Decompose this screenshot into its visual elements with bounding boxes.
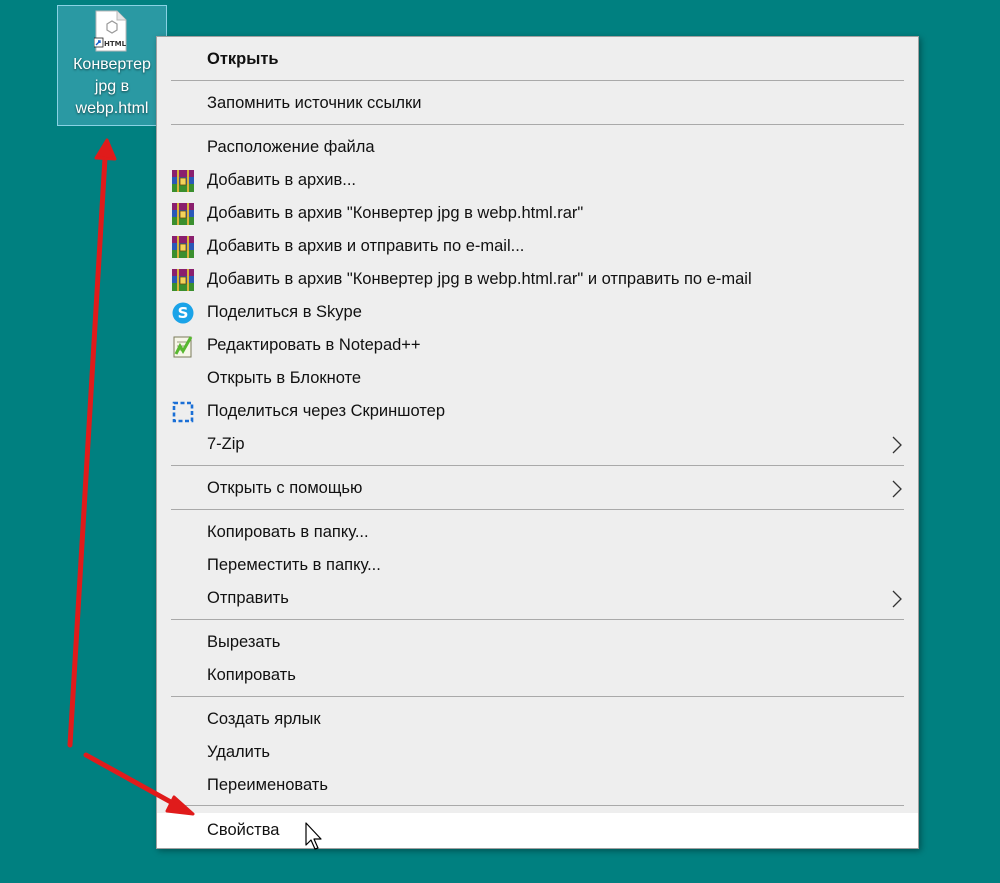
menu-item-archive-and-email[interactable]: Добавить в архив и отправить по e-mail..…: [157, 230, 918, 263]
winrar-icon: [172, 236, 194, 258]
menu-separator: [171, 124, 904, 125]
menu-separator: [171, 696, 904, 697]
html-file-icon: HTML: [94, 10, 127, 52]
notepad-plus-plus-icon: [173, 336, 193, 358]
winrar-icon: [172, 170, 194, 192]
menu-item-label: Копировать в папку...: [207, 523, 369, 541]
chevron-right-icon: [892, 590, 902, 608]
menu-item-label: Расположение файла: [207, 138, 375, 156]
menu-item-move-to-folder[interactable]: Переместить в папку...: [157, 549, 918, 582]
menu-item-label: Удалить: [207, 743, 270, 761]
menu-item-send-to[interactable]: Отправить: [157, 582, 918, 615]
winrar-icon: [172, 203, 194, 225]
menu-item-properties[interactable]: Свойства: [157, 813, 918, 848]
menu-separator: [171, 619, 904, 620]
menu-item-add-to-archive[interactable]: Добавить в архив...: [157, 164, 918, 197]
menu-item-label: Отправить: [207, 589, 289, 607]
menu-item-label: Открыть: [207, 50, 279, 68]
icon-label-line: Конвертер: [73, 56, 151, 73]
menu-separator: [171, 805, 904, 806]
menu-item-label: Запомнить источник ссылки: [207, 94, 422, 112]
menu-item-edit-notepad-plus-plus[interactable]: Редактировать в Notepad++: [157, 329, 918, 362]
menu-item-label: Редактировать в Notepad++: [207, 336, 421, 354]
icon-label-line: jpg в: [94, 78, 130, 95]
menu-item-copy[interactable]: Копировать: [157, 659, 918, 692]
menu-item-label: Добавить в архив...: [207, 171, 357, 189]
menu-separator: [171, 80, 904, 81]
menu-item-label: Добавить в архив "Конвертер jpg в webp.h…: [207, 204, 584, 222]
menu-item-label: Открыть в Блокноте: [207, 369, 362, 387]
menu-item-label: Создать ярлык: [207, 710, 321, 728]
menu-item-remember-link-source[interactable]: Запомнить источник ссылки: [157, 87, 918, 120]
menu-item-7zip[interactable]: 7-Zip: [157, 428, 918, 461]
menu-item-delete[interactable]: Удалить: [157, 736, 918, 769]
screenshot-icon: [172, 401, 194, 423]
menu-item-file-location[interactable]: Расположение файла: [157, 131, 918, 164]
menu-item-label: Добавить в архив и отправить по e-mail..…: [207, 237, 525, 255]
skype-icon: S: [172, 302, 194, 324]
menu-item-label: Поделиться в Skype: [207, 303, 362, 321]
annotation-arrow-up: [67, 138, 117, 748]
menu-item-open-with[interactable]: Открыть с помощью: [157, 472, 918, 505]
desktop-file-icon[interactable]: HTML Конвертер jpg в webp.html: [57, 5, 167, 126]
chevron-right-icon: [892, 480, 902, 498]
menu-item-copy-to-folder[interactable]: Копировать в папку...: [157, 516, 918, 549]
menu-item-label: Переместить в папку...: [207, 556, 381, 574]
menu-separator: [171, 465, 904, 466]
menu-item-named-archive-and-email[interactable]: Добавить в архив "Конвертер jpg в webp.h…: [157, 263, 918, 296]
menu-item-label: Открыть с помощью: [207, 479, 363, 497]
menu-item-add-to-named-archive[interactable]: Добавить в архив "Конвертер jpg в webp.h…: [157, 197, 918, 230]
chevron-right-icon: [892, 436, 902, 454]
menu-item-label: Копировать: [207, 666, 296, 684]
menu-item-open[interactable]: Открыть: [157, 43, 918, 76]
menu-item-share-skype[interactable]: S Поделиться в Skype: [157, 296, 918, 329]
menu-item-rename[interactable]: Переименовать: [157, 769, 918, 802]
menu-item-label: Свойства: [207, 821, 280, 839]
menu-item-share-screenshoter[interactable]: Поделиться через Скриншотер: [157, 395, 918, 428]
context-menu: Открыть Запомнить источник ссылки Распол…: [156, 36, 919, 849]
menu-item-label: Вырезать: [207, 633, 281, 651]
menu-item-label: Переименовать: [207, 776, 328, 794]
desktop-icon-label: Конвертер jpg в webp.html: [58, 54, 166, 120]
menu-separator: [171, 509, 904, 510]
winrar-icon: [172, 269, 194, 291]
menu-item-label: Добавить в архив "Конвертер jpg в webp.h…: [207, 270, 752, 288]
svg-text:S: S: [178, 304, 189, 322]
menu-item-label: Поделиться через Скриншотер: [207, 402, 446, 420]
menu-item-label: 7-Zip: [207, 435, 245, 453]
menu-item-open-in-notepad[interactable]: Открыть в Блокноте: [157, 362, 918, 395]
menu-item-create-shortcut[interactable]: Создать ярлык: [157, 703, 918, 736]
icon-label-line: webp.html: [75, 100, 149, 117]
menu-item-cut[interactable]: Вырезать: [157, 626, 918, 659]
svg-text:HTML: HTML: [104, 40, 127, 48]
